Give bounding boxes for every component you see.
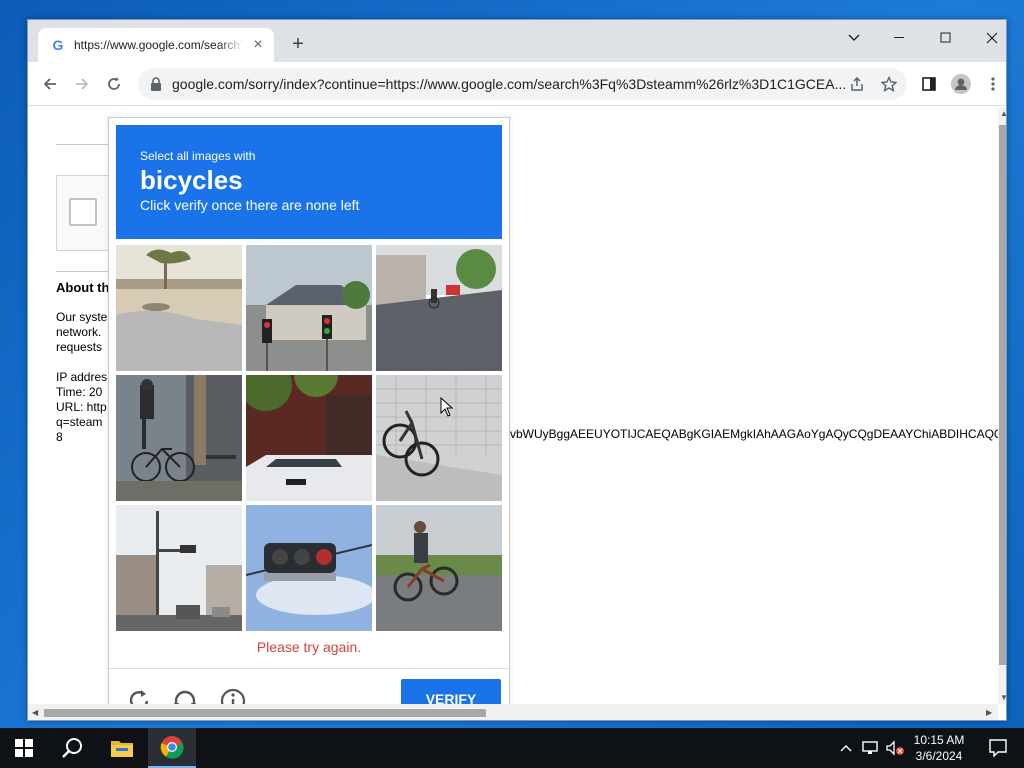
verify-button[interactable]: VERIFY bbox=[401, 679, 501, 704]
captcha-tile-3[interactable] bbox=[376, 245, 502, 371]
folder-icon bbox=[111, 741, 133, 757]
about-text-line: requests bbox=[56, 340, 103, 354]
windows-logo-icon bbox=[15, 739, 33, 757]
minimize-button[interactable] bbox=[878, 24, 922, 52]
time-line: Time: 20 bbox=[56, 385, 103, 399]
close-tab-icon[interactable]: × bbox=[250, 36, 266, 54]
show-hidden-icons-chevron[interactable] bbox=[836, 728, 856, 768]
captcha-footer: VERIFY bbox=[109, 668, 509, 704]
notifications-button[interactable] bbox=[978, 728, 1018, 768]
captcha-tile-6[interactable] bbox=[376, 375, 502, 501]
divider bbox=[56, 271, 108, 272]
captcha-header: Select all images with bicycles Click ve… bbox=[116, 125, 502, 239]
recaptcha-widget bbox=[56, 175, 116, 251]
query-line-end: 8 bbox=[56, 430, 63, 444]
volume-muted-icon[interactable] bbox=[884, 728, 906, 768]
page-content: About th Our syste network. requests IP … bbox=[28, 107, 998, 704]
forward-button[interactable] bbox=[68, 70, 96, 98]
captcha-tile-9[interactable] bbox=[376, 505, 502, 631]
info-icon[interactable] bbox=[219, 687, 247, 704]
captcha-tile-5[interactable] bbox=[246, 375, 372, 501]
browser-toolbar: google.com/sorry/index?continue=https://… bbox=[28, 62, 1006, 106]
browser-tab[interactable]: G https://www.google.com/search?q=steamm… bbox=[38, 28, 274, 62]
chrome-taskbar-button[interactable] bbox=[148, 728, 196, 768]
bookmark-star-icon[interactable] bbox=[876, 70, 902, 98]
profile-avatar-icon[interactable] bbox=[948, 70, 974, 98]
audio-challenge-icon[interactable] bbox=[171, 687, 199, 704]
notification-icon bbox=[989, 739, 1007, 757]
captcha-tile-4[interactable] bbox=[116, 375, 242, 501]
address-bar[interactable]: google.com/sorry/index?continue=https://… bbox=[138, 68, 907, 100]
clock-date: 3/6/2024 bbox=[915, 749, 963, 763]
tab-strip: G https://www.google.com/search?q=steamm… bbox=[28, 20, 1006, 62]
mouse-cursor-icon bbox=[440, 397, 454, 417]
lock-icon bbox=[151, 77, 161, 91]
tab-title: https://www.google.com/search?q=steamm&r… bbox=[74, 38, 244, 52]
back-button[interactable] bbox=[36, 70, 64, 98]
network-icon[interactable] bbox=[860, 728, 882, 768]
reload-challenge-icon[interactable] bbox=[125, 687, 153, 704]
taskbar: 10:15 AM 3/6/2024 bbox=[0, 728, 1024, 768]
more-menu-icon[interactable] bbox=[980, 70, 1006, 98]
horizontal-scroll-thumb[interactable] bbox=[44, 709, 486, 717]
recaptcha-checkbox[interactable] bbox=[69, 198, 97, 226]
captcha-tile-8[interactable] bbox=[246, 505, 372, 631]
captcha-tile-1[interactable] bbox=[116, 245, 242, 371]
tab-search-chevron-icon[interactable] bbox=[832, 24, 876, 52]
horizontal-scrollbar[interactable]: ◀ ▶ bbox=[28, 704, 998, 720]
ip-line: IP addres bbox=[56, 370, 108, 384]
captcha-tile-2[interactable] bbox=[246, 245, 372, 371]
vertical-scroll-thumb[interactable] bbox=[999, 125, 1006, 665]
new-tab-button[interactable]: + bbox=[286, 32, 310, 56]
captcha-instruction-bottom: Click verify once there are none left bbox=[140, 197, 360, 213]
system-clock[interactable]: 10:15 AM 3/6/2024 bbox=[906, 732, 972, 764]
close-window-button[interactable] bbox=[970, 24, 1006, 52]
url-line: URL: http bbox=[56, 400, 107, 414]
about-text-line: Our syste bbox=[56, 310, 108, 324]
captcha-error-message: Please try again. bbox=[256, 639, 362, 655]
scroll-down-icon[interactable]: ▼ bbox=[1000, 693, 1006, 702]
reload-button[interactable] bbox=[100, 70, 128, 98]
search-icon bbox=[62, 738, 82, 758]
scroll-right-icon[interactable]: ▶ bbox=[986, 708, 992, 717]
side-panel-icon[interactable] bbox=[916, 70, 942, 98]
vertical-scrollbar[interactable]: ▲ ▼ bbox=[998, 107, 1006, 704]
captcha-image-grid bbox=[116, 245, 502, 631]
divider bbox=[56, 144, 108, 145]
chrome-icon bbox=[160, 736, 184, 759]
scroll-up-icon[interactable]: ▲ bbox=[1000, 109, 1006, 118]
captcha-tile-7[interactable] bbox=[116, 505, 242, 631]
captcha-keyword: bicycles bbox=[140, 165, 243, 195]
query-line: q=steam bbox=[56, 415, 103, 429]
about-text-line: network. bbox=[56, 325, 102, 339]
query-long-text: vbWUyBggAEEUYOTIJCAEQABgKGIAEMgkIAhAAGAo… bbox=[510, 427, 998, 441]
captcha-instruction-top: Select all images with bbox=[140, 149, 256, 163]
share-icon[interactable] bbox=[844, 70, 870, 98]
url-text: google.com/sorry/index?continue=https://… bbox=[172, 76, 847, 92]
maximize-button[interactable] bbox=[924, 24, 968, 52]
search-button[interactable] bbox=[48, 728, 96, 768]
google-favicon-icon: G bbox=[52, 37, 64, 53]
browser-window: G https://www.google.com/search?q=steamm… bbox=[27, 19, 1007, 721]
file-explorer-button[interactable] bbox=[98, 728, 146, 768]
scroll-left-icon[interactable]: ◀ bbox=[32, 708, 38, 717]
about-heading: About th bbox=[56, 280, 110, 295]
clock-time: 10:15 AM bbox=[913, 733, 965, 747]
start-button[interactable] bbox=[0, 728, 48, 768]
